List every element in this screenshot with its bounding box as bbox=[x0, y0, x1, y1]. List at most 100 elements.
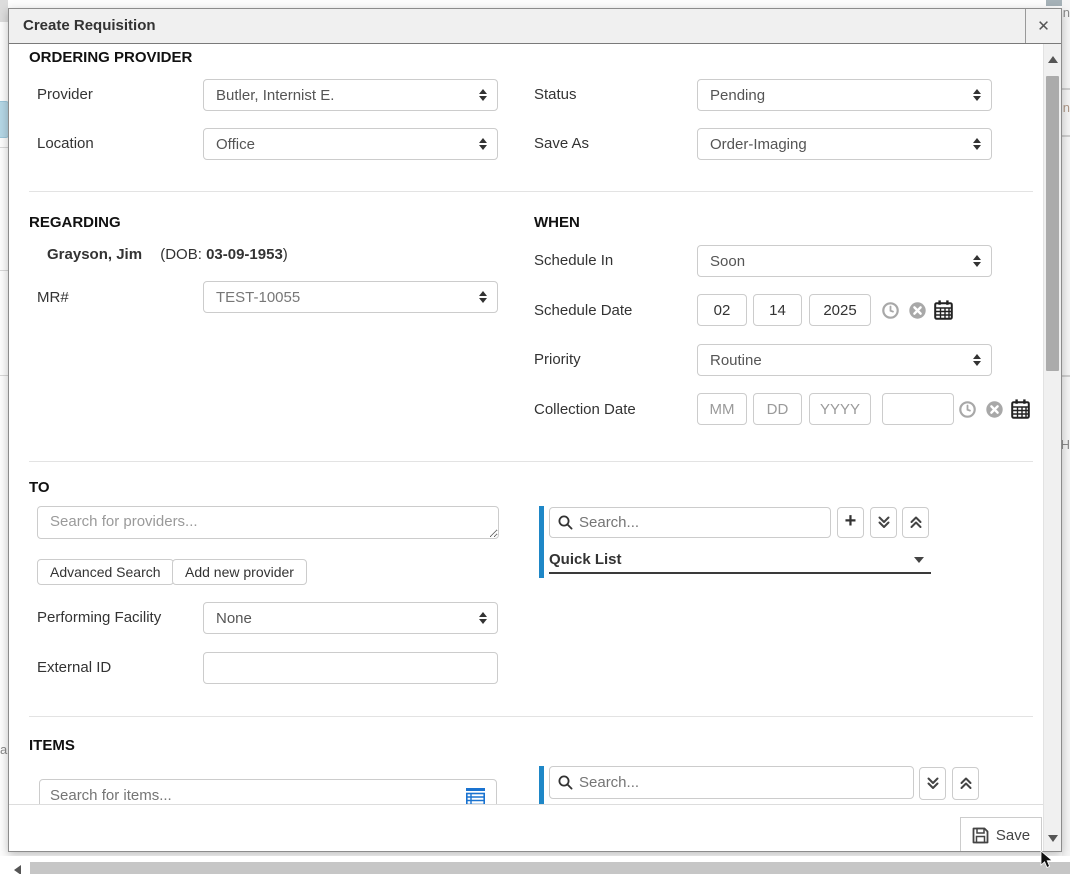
location-label: Location bbox=[37, 135, 94, 152]
performing-facility-label: Performing Facility bbox=[37, 609, 161, 626]
items-accent-bar bbox=[539, 766, 544, 806]
schedule-in-label: Schedule In bbox=[534, 252, 613, 269]
status-label: Status bbox=[534, 86, 577, 103]
collection-date-label: Collection Date bbox=[534, 401, 636, 418]
provider-search-textarea[interactable] bbox=[37, 506, 499, 539]
search-icon bbox=[558, 515, 573, 530]
schedule-date-month-input[interactable] bbox=[697, 294, 747, 326]
scroll-up-icon[interactable] bbox=[1048, 56, 1058, 63]
item-list-icon[interactable] bbox=[465, 787, 486, 805]
schedule-date-clear-icon[interactable] bbox=[909, 302, 926, 319]
patient-line: Grayson, Jim (DOB: 03-09-1953) bbox=[47, 246, 288, 263]
save-icon bbox=[972, 827, 989, 844]
page-horizontal-scrollbar[interactable] bbox=[0, 856, 1070, 874]
background-divider bbox=[1062, 135, 1070, 137]
collection-date-clear-icon[interactable] bbox=[986, 401, 1003, 418]
item-quick-search-input[interactable] bbox=[579, 774, 905, 791]
add-new-provider-button[interactable]: Add new provider bbox=[172, 559, 307, 585]
collection-date-time-input[interactable] bbox=[882, 393, 954, 425]
expand-all-button[interactable] bbox=[870, 507, 897, 538]
background-divider bbox=[1062, 375, 1070, 377]
status-select[interactable]: Pending bbox=[697, 79, 992, 111]
collection-date-clock-icon[interactable] bbox=[959, 401, 976, 418]
select-arrows-icon bbox=[973, 138, 981, 150]
collection-date-day-input[interactable] bbox=[753, 393, 802, 425]
select-arrows-icon bbox=[479, 291, 487, 303]
modal-footer: Save bbox=[9, 804, 1043, 851]
background-button-fragment bbox=[1046, 0, 1062, 6]
save-as-select-value: Order-Imaging bbox=[710, 136, 807, 153]
add-provider-to-list-button[interactable]: + bbox=[837, 507, 864, 538]
save-button-label: Save bbox=[996, 827, 1030, 844]
provider-quick-search-input[interactable] bbox=[579, 514, 822, 531]
mr-select-value: TEST-10055 bbox=[216, 289, 300, 306]
screen: a n In H Create Requisition ✕ ORDERING P… bbox=[0, 0, 1070, 874]
modal-vertical-scrollbar[interactable] bbox=[1043, 44, 1061, 851]
select-arrows-icon bbox=[479, 89, 487, 101]
schedule-date-label: Schedule Date bbox=[534, 302, 632, 319]
priority-label: Priority bbox=[534, 351, 581, 368]
external-id-input[interactable] bbox=[203, 652, 498, 684]
chevron-double-up-icon bbox=[959, 776, 973, 791]
section-divider bbox=[29, 191, 1033, 192]
items-collapse-all-button[interactable] bbox=[952, 767, 979, 800]
chevron-down-icon[interactable] bbox=[914, 557, 924, 563]
dob-suffix: ) bbox=[283, 246, 288, 263]
section-divider bbox=[29, 716, 1033, 717]
provider-select-value: Butler, Internist E. bbox=[216, 87, 334, 104]
item-search-input[interactable] bbox=[50, 787, 465, 804]
mr-label: MR# bbox=[37, 289, 69, 306]
close-icon: ✕ bbox=[1037, 17, 1050, 35]
save-as-select[interactable]: Order-Imaging bbox=[697, 128, 992, 160]
select-arrows-icon bbox=[973, 255, 981, 267]
background-toolbar-fragment bbox=[0, 0, 8, 22]
schedule-date-day-input[interactable] bbox=[753, 294, 802, 326]
background-text-fragment: a bbox=[0, 742, 7, 757]
save-button[interactable]: Save bbox=[960, 817, 1042, 851]
location-select[interactable]: Office bbox=[203, 128, 498, 160]
schedule-in-select[interactable]: Soon bbox=[697, 245, 992, 277]
background-divider bbox=[1062, 88, 1070, 90]
provider-select[interactable]: Butler, Internist E. bbox=[203, 79, 498, 111]
collapse-all-button[interactable] bbox=[902, 507, 929, 538]
chevron-double-up-icon bbox=[909, 515, 923, 530]
search-icon bbox=[558, 775, 573, 790]
external-id-label: External ID bbox=[37, 659, 111, 676]
item-quick-search[interactable] bbox=[549, 766, 914, 799]
priority-select[interactable]: Routine bbox=[697, 344, 992, 376]
advanced-search-button[interactable]: Advanced Search bbox=[37, 559, 174, 585]
section-title-to: TO bbox=[29, 479, 50, 496]
collection-date-calendar-icon[interactable] bbox=[1011, 399, 1030, 419]
select-arrows-icon bbox=[479, 612, 487, 624]
scroll-left-icon[interactable] bbox=[14, 865, 21, 874]
patient-name: Grayson, Jim bbox=[47, 246, 142, 263]
performing-facility-select-value: None bbox=[216, 610, 252, 627]
collection-date-year-input[interactable] bbox=[809, 393, 871, 425]
select-arrows-icon bbox=[479, 138, 487, 150]
close-button[interactable]: ✕ bbox=[1025, 9, 1061, 43]
modal-header: Create Requisition ✕ bbox=[9, 9, 1061, 44]
plus-icon: + bbox=[845, 510, 857, 533]
create-requisition-modal: Create Requisition ✕ ORDERING PROVIDER P… bbox=[8, 8, 1062, 852]
select-arrows-icon bbox=[973, 354, 981, 366]
provider-quick-search[interactable] bbox=[549, 507, 831, 538]
chevron-double-down-icon bbox=[926, 776, 940, 791]
mr-select[interactable]: TEST-10055 bbox=[203, 281, 498, 313]
background-text-fragment: n bbox=[1063, 5, 1070, 20]
items-expand-all-button[interactable] bbox=[919, 767, 946, 800]
schedule-date-clock-icon[interactable] bbox=[882, 302, 899, 319]
hscrollbar-track[interactable] bbox=[30, 862, 1070, 874]
performing-facility-select[interactable]: None bbox=[203, 602, 498, 634]
background-text-fragment: H bbox=[1061, 437, 1070, 452]
collection-date-month-input[interactable] bbox=[697, 393, 747, 425]
background-divider bbox=[0, 270, 8, 271]
scroll-down-icon[interactable] bbox=[1048, 835, 1058, 842]
schedule-date-calendar-icon[interactable] bbox=[934, 300, 953, 320]
quick-list-header[interactable]: Quick List bbox=[549, 551, 622, 568]
modal-title: Create Requisition bbox=[23, 17, 156, 34]
provider-label: Provider bbox=[37, 86, 93, 103]
modal-body: ORDERING PROVIDER Provider Butler, Inter… bbox=[9, 44, 1061, 851]
schedule-date-year-input[interactable] bbox=[809, 294, 871, 326]
scrollbar-thumb[interactable] bbox=[1046, 76, 1059, 371]
background-divider bbox=[0, 375, 8, 376]
